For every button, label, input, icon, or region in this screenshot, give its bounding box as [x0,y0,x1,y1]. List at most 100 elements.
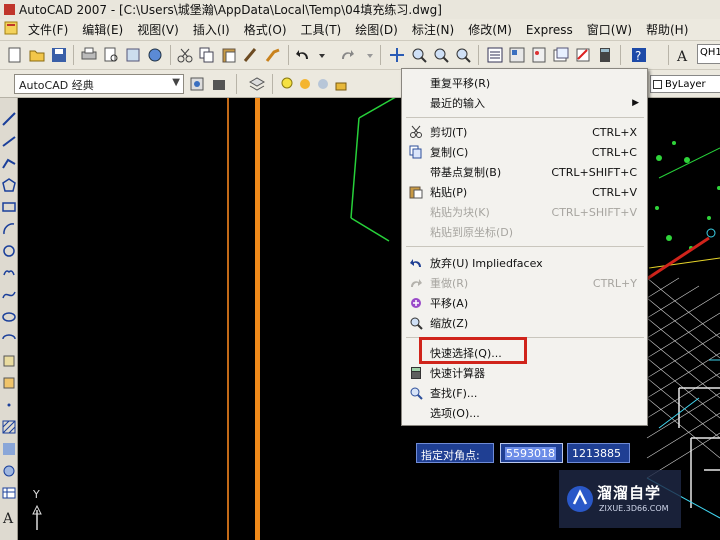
menu-item-redo[interactable]: 重做(R) CTRL+Y [402,273,647,293]
plot-icon[interactable] [80,46,98,64]
document-menu-icon[interactable] [0,21,21,38]
undo-icon [409,256,423,270]
menu-express[interactable]: Express [519,23,580,37]
menu-item-zoom[interactable]: 缩放(Z) [402,313,647,333]
menu-item-pan[interactable]: 平移(A) [402,293,647,313]
menu-item-shortcut: CTRL+V [592,185,637,199]
circle-icon[interactable] [2,244,16,258]
menu-item-paste-as-block[interactable]: 粘贴为块(K) CTRL+SHIFT+V [402,202,647,222]
point-icon[interactable] [2,398,16,412]
insert-block-icon[interactable] [2,354,16,368]
layer-lock-icon[interactable] [332,75,350,93]
paste-icon[interactable] [220,46,238,64]
zoom-window-icon[interactable] [432,46,450,64]
title-bar: AutoCAD 2007 - [C:\Users\城堡瀚\AppData\Loc… [0,0,720,19]
menu-item-paste-to-original[interactable]: 粘贴到原坐标(D) [402,222,647,242]
copy-icon[interactable] [198,46,216,64]
menu-item-options[interactable]: 选项(O)... [402,403,647,423]
design-center-icon[interactable] [508,46,526,64]
quickcalc-icon[interactable] [596,46,614,64]
menu-modify[interactable]: 修改(M) [461,21,519,38]
match-properties-icon[interactable] [242,46,260,64]
hatch-icon[interactable] [2,420,16,434]
menu-item-copy[interactable]: 复制(C) CTRL+C [402,142,647,162]
arc-icon[interactable] [2,222,16,236]
redo-icon[interactable] [338,46,356,64]
menu-item-shortcut: CTRL+Y [592,276,637,290]
menu-insert[interactable]: 插入(I) [186,21,237,38]
undo-icon[interactable] [294,46,312,64]
line-tool-icon[interactable] [2,112,16,126]
publish-icon[interactable] [124,46,142,64]
menu-file[interactable]: 文件(F) [21,21,75,38]
menu-item-cut[interactable]: 剪切(T) CTRL+X [402,122,647,142]
help-icon[interactable]: ? [630,46,648,64]
new-file-icon[interactable] [6,46,24,64]
menu-draw[interactable]: 绘图(D) [348,21,405,38]
menu-window[interactable]: 窗口(W) [580,21,639,38]
menu-item-label: 放弃(U) Impliedfacex [430,257,543,270]
redo-icon [409,276,423,290]
layer-viewport-icon[interactable] [314,75,332,93]
menu-view[interactable]: 视图(V) [130,21,186,38]
dynamic-input-y[interactable]: 1213885 [567,443,630,463]
layer-on-lightbulb-icon[interactable] [278,75,296,93]
3d-dwf-icon[interactable] [146,46,164,64]
multiline-text-icon[interactable]: A [2,510,16,527]
menu-tools[interactable]: 工具(T) [294,21,349,38]
find-icon [409,386,423,400]
properties-icon[interactable] [486,46,504,64]
zoom-realtime-icon[interactable] [410,46,428,64]
color-swatch [653,79,662,89]
menu-item-undo[interactable]: 放弃(U) Impliedfacex [402,253,647,273]
polygon-icon[interactable] [2,178,16,192]
menu-item-paste[interactable]: 粘贴(P) CTRL+V [402,182,647,202]
open-folder-icon[interactable] [28,46,46,64]
zoom-previous-icon[interactable] [454,46,472,64]
workspace-select[interactable]: AutoCAD 经典 ▼ [14,74,184,94]
menu-item-repeat-pan[interactable]: 重复平移(R) [402,73,647,93]
markup-icon[interactable] [574,46,592,64]
linetype-select[interactable]: ByLayer [650,75,720,93]
menu-item-quickcalc[interactable]: 快速计算器 [402,363,647,383]
make-block-icon[interactable] [2,376,16,390]
dynamic-input-x[interactable]: 5593018 [500,443,563,463]
cut-icon[interactable] [176,46,194,64]
menu-edit[interactable]: 编辑(E) [75,21,130,38]
polyline-icon[interactable] [2,156,16,170]
text-style-select[interactable]: QH1 [697,44,720,64]
tool-palettes-icon[interactable] [530,46,548,64]
layer-manager-icon[interactable] [248,75,266,93]
workspace-settings-icon[interactable] [188,75,206,93]
my-workspace-icon[interactable] [210,75,228,93]
pan-realtime-icon[interactable] [388,46,406,64]
spline-icon[interactable] [2,288,16,302]
ellipse-icon[interactable] [2,310,16,324]
menu-item-label: 粘贴(P) [430,186,468,199]
revision-cloud-icon[interactable] [2,266,16,280]
layer-thaw-sun-icon[interactable] [296,75,314,93]
plot-preview-icon[interactable] [102,46,120,64]
redo-dropdown-icon[interactable] [366,46,384,64]
text-style-icon[interactable]: A [674,46,692,65]
region-icon[interactable] [2,464,16,478]
menu-format[interactable]: 格式(O) [237,21,294,38]
ellipse-arc-icon[interactable] [2,332,16,346]
table-icon[interactable] [2,486,16,500]
save-icon[interactable] [50,46,68,64]
menu-item-recent-input[interactable]: 最近的输入 ▶ [402,93,647,113]
menu-dimension[interactable]: 标注(N) [405,21,461,38]
menu-help[interactable]: 帮助(H) [639,21,695,38]
block-editor-icon[interactable] [264,46,282,64]
menu-item-copy-with-basepoint[interactable]: 带基点复制(B) CTRL+SHIFT+C [402,162,647,182]
sheet-set-icon[interactable] [552,46,570,64]
gradient-icon[interactable] [2,442,16,456]
construction-line-icon[interactable] [2,134,16,148]
undo-dropdown-icon[interactable] [318,46,336,64]
menu-item-shortcut: CTRL+C [591,145,637,159]
rectangle-icon[interactable] [2,200,16,214]
watermark-subtitle: ZIXUE.3D66.COM [599,504,669,513]
menu-item-find[interactable]: 查找(F)... [402,383,647,403]
svg-text:A: A [676,49,688,64]
dynamic-input-x-value: 5593018 [505,447,556,460]
